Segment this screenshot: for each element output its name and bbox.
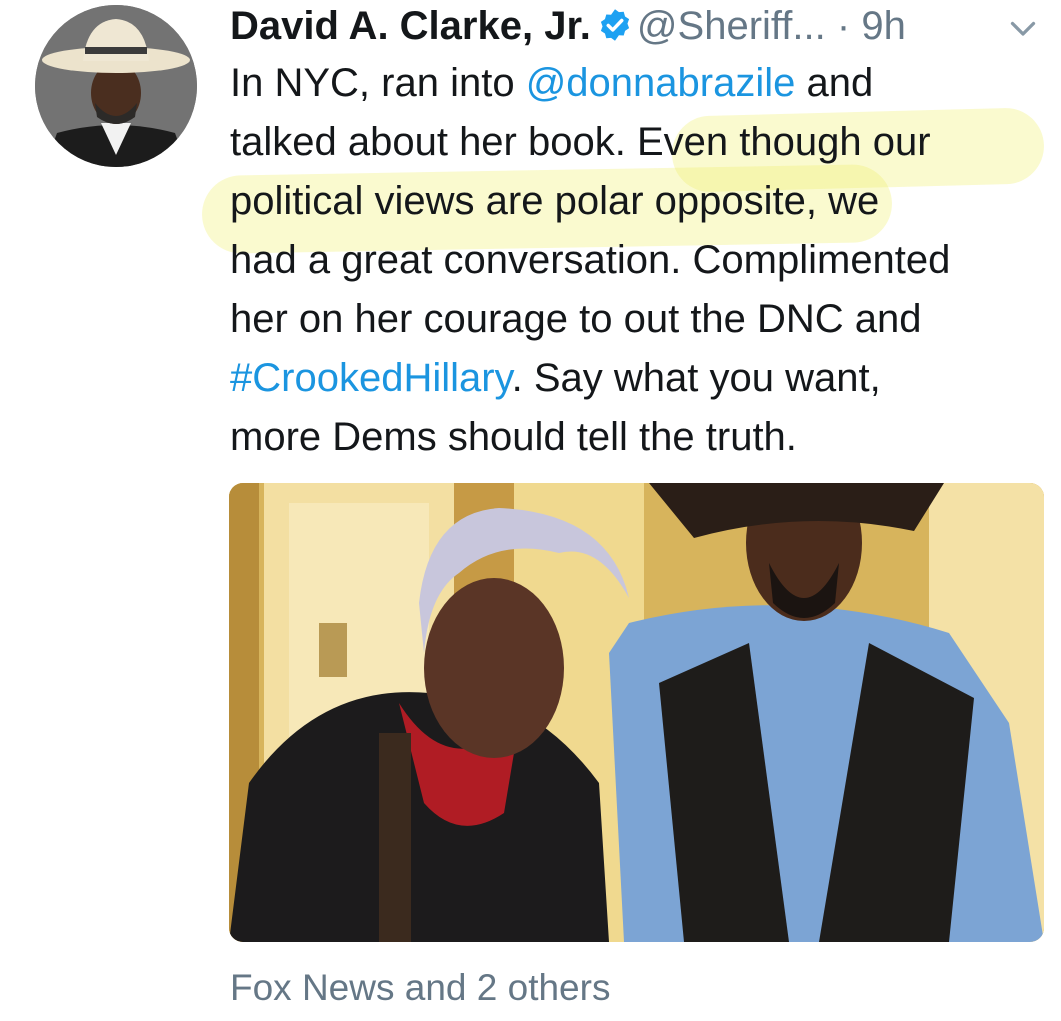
tweet-line: had a great conversation. Complimented [230,238,951,282]
tweet-line: political views are polar opposite, we [230,179,880,223]
tweet-line: her on her courage to out the DNC and [230,297,922,341]
separator-dot: · [836,4,851,48]
mention-link[interactable]: @donnabrazile [526,61,796,105]
chevron-down-icon[interactable] [1005,10,1041,46]
photo-image [229,483,1044,942]
tweet-line: In NYC, ran into @donnabrazile and [230,54,1050,113]
author-handle[interactable]: @Sheriff... [637,4,826,48]
text-segment: . Say what you want, [511,356,881,400]
author-name[interactable]: David A. Clarke, Jr. [230,4,591,48]
tweet-text: In NYC, ran into @donnabrazile and talke… [230,54,1050,467]
avatar[interactable] [35,5,197,167]
social-context[interactable]: Fox News and 2 others [230,964,610,1012]
hashtag-link[interactable]: #CrookedHillary [230,356,512,400]
tweet-line: #CrookedHillary. Say what you want, [230,349,1050,408]
tweet-timestamp[interactable]: 9h [861,4,906,48]
avatar-image [35,5,197,167]
verified-badge-icon [600,9,630,41]
tweet-line: talked about her book. Even though our [230,120,931,164]
text-segment: and [795,61,874,105]
text-segment: In NYC, ran into [230,61,526,105]
tweet-photo[interactable] [229,483,1044,942]
tweet-line: more Dems should tell the truth. [230,415,797,459]
tweet-header: David A. Clarke, Jr. @Sheriff... · 9h [230,0,1050,52]
